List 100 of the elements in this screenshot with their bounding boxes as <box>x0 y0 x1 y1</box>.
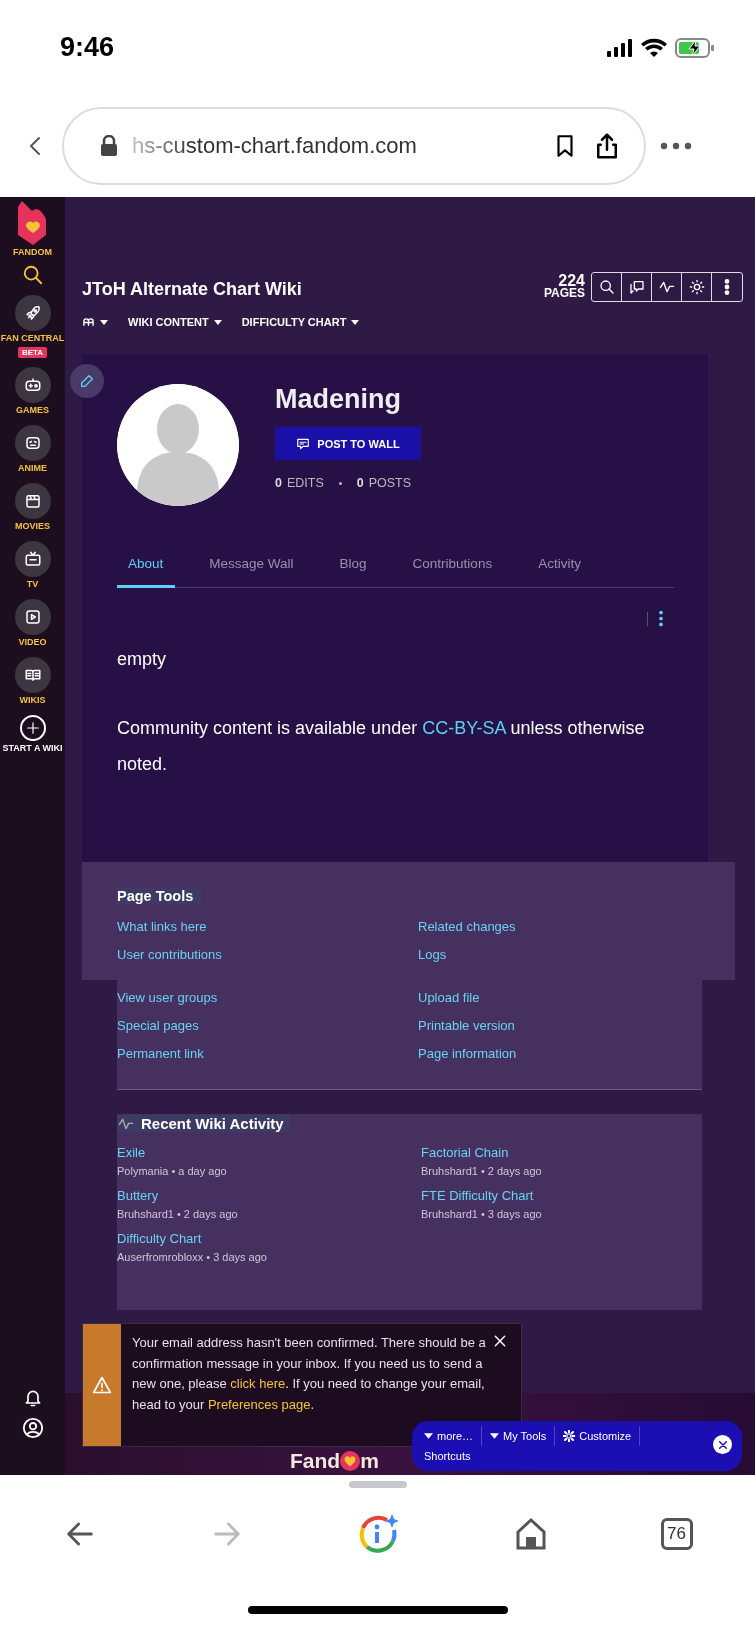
separator-dot <box>338 481 342 485</box>
pencil-icon <box>79 373 95 389</box>
close-icon <box>493 1334 507 1348</box>
page-tool-link[interactable]: Logs <box>418 946 447 964</box>
nav-menu[interactable]: DIFFICULTY CHART <box>241 316 360 328</box>
fandom-label[interactable]: FANDOM <box>13 247 52 258</box>
more-button[interactable] <box>658 610 664 627</box>
page-tool-link[interactable]: Upload file <box>418 989 480 1007</box>
pulse-icon <box>658 279 675 295</box>
page-count: 224 <box>558 274 585 287</box>
heart-logo-icon <box>340 1451 361 1471</box>
activity-meta: Bruhshard1 • 2 days ago <box>421 1165 542 1177</box>
gamepad-icon[interactable] <box>23 376 42 394</box>
beta-badge: BETA <box>17 347 48 358</box>
more-icon[interactable] <box>660 142 692 150</box>
close-button[interactable] <box>493 1334 507 1348</box>
face-icon[interactable] <box>23 434 42 452</box>
sidebar-label[interactable]: WIKIS <box>19 695 46 706</box>
tab-count-button[interactable]: 76 <box>660 1518 693 1550</box>
speech-bubble-icon <box>296 436 311 451</box>
activity-link[interactable]: Factorial Chain <box>421 1144 509 1162</box>
activity-link[interactable]: Buttery <box>117 1187 159 1205</box>
wiki-title[interactable]: JToH Alternate Chart Wiki <box>82 279 302 300</box>
page-tool-link[interactable]: Page information <box>418 1045 517 1063</box>
url-text: hs-custom-chart.fandom.com <box>132 133 418 159</box>
close-icon <box>717 1439 728 1450</box>
profile-tab[interactable]: Contributions <box>400 552 505 588</box>
caret-icon <box>490 1433 500 1439</box>
posts-count: 0 <box>356 476 364 490</box>
sidebar-label[interactable]: MOVIES <box>15 521 50 532</box>
caret-icon <box>351 319 360 325</box>
nav-menu[interactable]: WIKI CONTENT <box>128 316 222 328</box>
page-tool-link[interactable]: Special pages <box>117 1017 199 1035</box>
page-tool-link[interactable]: Permanent link <box>117 1045 204 1063</box>
toolbar-button[interactable]: My Tools <box>482 1426 556 1446</box>
sidebar-label[interactable]: ANIME <box>18 463 47 474</box>
clapperboard-icon[interactable] <box>23 492 42 510</box>
shortcuts-button[interactable]: Shortcuts <box>424 1450 471 1462</box>
edit-button[interactable] <box>70 364 104 398</box>
profile-tab[interactable]: About <box>117 552 176 588</box>
sun-icon <box>688 279 705 295</box>
edits-label: EDITS <box>286 476 324 490</box>
toolbar-button[interactable]: more… <box>424 1426 483 1446</box>
page-tool-link[interactable]: Printable version <box>418 1017 515 1035</box>
sidebar-label[interactable]: GAMES <box>16 405 49 416</box>
page-tools-title: Page Tools <box>117 888 202 904</box>
toolbar-button[interactable]: Customize <box>555 1426 641 1446</box>
sidebar-label[interactable]: START A WIKI <box>2 743 63 754</box>
close-button[interactable] <box>713 1435 732 1454</box>
username: Madening <box>275 384 402 415</box>
profile-body-text: empty <box>117 649 168 670</box>
post-to-wall-button[interactable]: POST TO WALL <box>275 427 421 460</box>
sheet-handle[interactable] <box>348 1481 407 1488</box>
chat-icon <box>628 279 645 295</box>
activity-meta: Polymania • a day ago <box>117 1165 227 1177</box>
preferences-link[interactable]: Preferences page <box>207 1396 311 1412</box>
recent-activity-title: Recent Wiki Activity <box>141 1115 284 1132</box>
page-tool-link[interactable]: User contributions <box>117 946 222 964</box>
sidebar-label[interactable]: VIDEO <box>18 637 47 648</box>
caret-icon <box>100 319 108 325</box>
clock-time: 9:46 <box>60 32 115 63</box>
kebab-icon <box>724 279 730 295</box>
activity-link[interactable]: Difficulty Chart <box>117 1230 202 1248</box>
user-icon[interactable] <box>21 1417 44 1439</box>
activity-link[interactable]: Exile <box>117 1144 146 1162</box>
profile-tab[interactable]: Activity <box>526 552 593 588</box>
email-notice-text: Your email address hasn't been confirmed. There should be a confirmation message in your inbox. If you need us to send a new one, please click here. If you need to change your email, head to your Preferences page. <box>132 1334 487 1414</box>
license-text: Community content is available under CC-BY-SA unless otherwise noted. <box>117 717 646 776</box>
tv-icon[interactable] <box>23 550 42 568</box>
address-bar[interactable]: hs-custom-chart.fandom.com <box>62 107 646 185</box>
activity-meta: Bruhshard1 • 2 days ago <box>117 1208 238 1220</box>
community-menu[interactable] <box>82 316 108 328</box>
footer-logo-text: m <box>360 1450 379 1472</box>
edits-count: 0 <box>275 476 282 490</box>
page-tool-link[interactable]: View user groups <box>117 989 218 1007</box>
plus-icon[interactable] <box>25 721 40 735</box>
signal-icon <box>607 38 633 57</box>
gear-icon <box>563 1430 576 1442</box>
activity-meta: Bruhshard1 • 3 days ago <box>421 1208 542 1220</box>
sidebar-label[interactable]: FAN CENTRAL <box>0 333 65 344</box>
posts-label: POSTS <box>368 476 412 490</box>
license-link[interactable]: CC-BY-SA <box>422 718 506 738</box>
activity-link[interactable]: FTE Difficulty Chart <box>421 1187 534 1205</box>
footer-logo-text: Fand <box>290 1450 341 1472</box>
profile-tab[interactable]: Message Wall <box>197 552 306 588</box>
search-icon[interactable] <box>21 264 44 286</box>
wifi-icon <box>641 37 667 58</box>
profile-tab[interactable]: Blog <box>327 552 379 588</box>
kebab-icon <box>658 610 664 627</box>
warning-icon <box>92 1375 112 1395</box>
page-tool-link[interactable]: Related changes <box>418 918 516 936</box>
rocket-icon[interactable] <box>23 304 42 322</box>
play-icon[interactable] <box>23 608 42 626</box>
caret-icon <box>424 1433 433 1439</box>
community-icon <box>82 316 95 328</box>
sidebar-label[interactable]: TV <box>26 579 39 590</box>
page-tool-link[interactable]: What links here <box>117 918 207 936</box>
battery-icon <box>675 37 715 58</box>
activity-meta: Auserfromrobloxx • 3 days ago <box>117 1251 267 1263</box>
lock-icon <box>100 135 118 157</box>
